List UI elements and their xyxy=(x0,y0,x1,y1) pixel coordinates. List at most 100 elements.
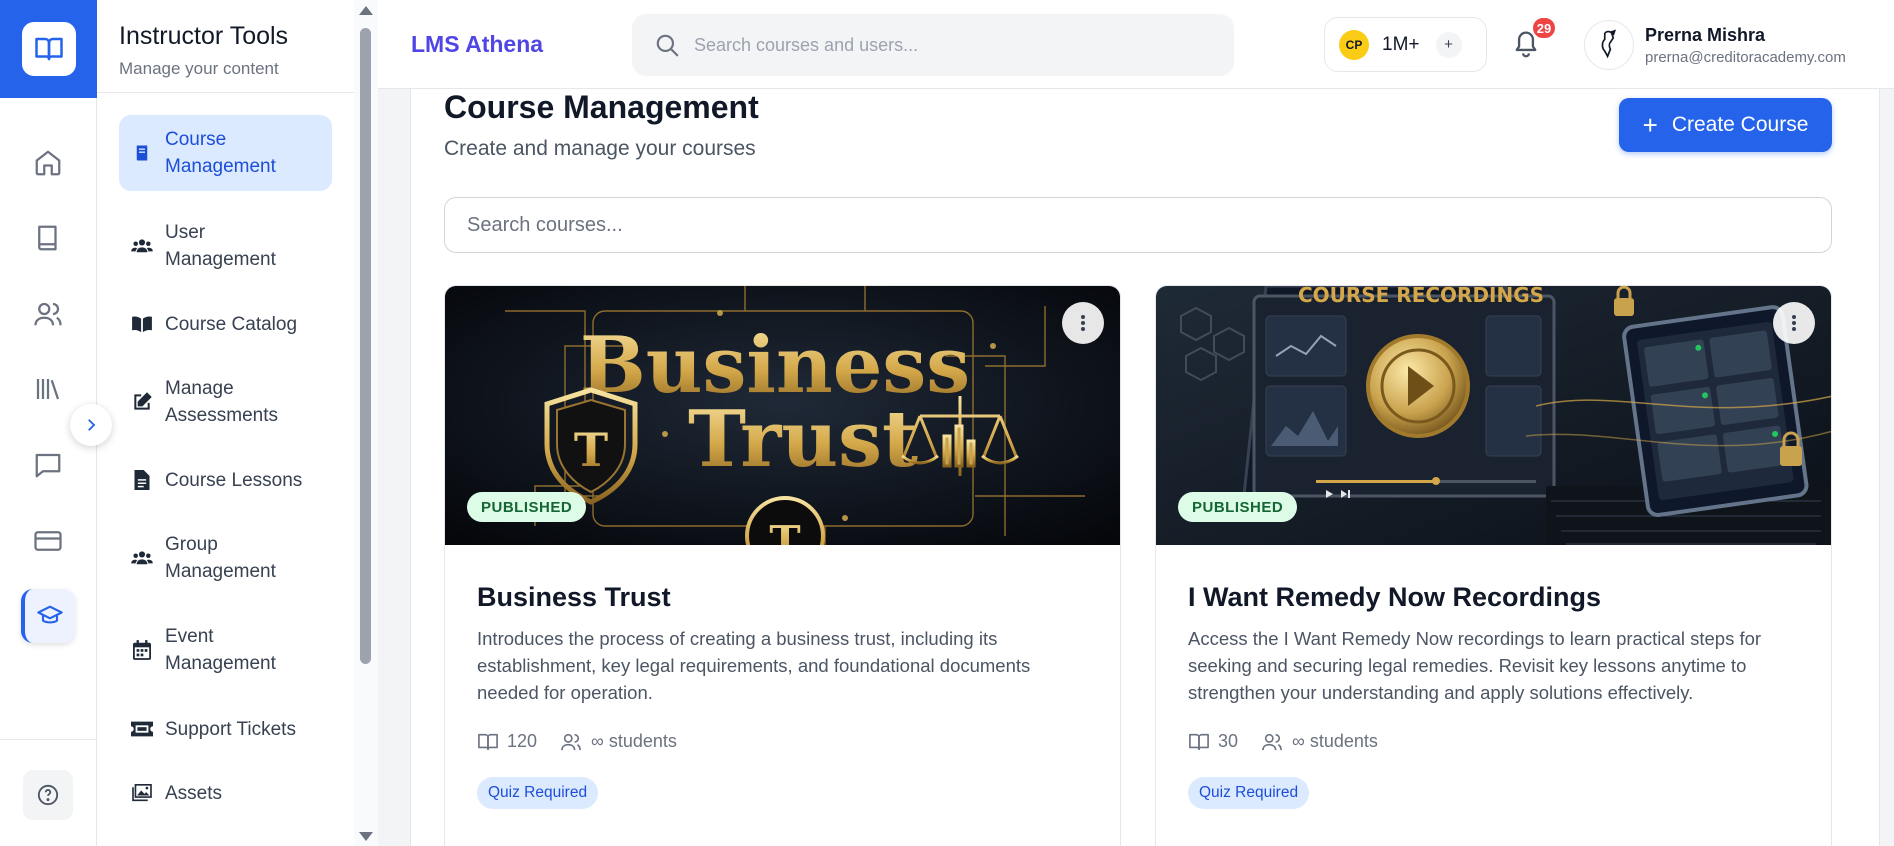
course-meta: 30 ∞ students xyxy=(1188,731,1400,752)
sidebar-title: Instructor Tools xyxy=(119,22,289,50)
scroll-up-arrow-icon[interactable] xyxy=(359,6,373,15)
quiz-required-tag: Quiz Required xyxy=(1188,777,1310,809)
card-options-button[interactable] xyxy=(1773,302,1815,344)
create-course-button[interactable]: + Create Course xyxy=(1619,98,1832,152)
sidebar-item-group-management[interactable]: Group Management xyxy=(119,520,332,596)
edit-icon xyxy=(131,392,153,412)
rail-messages[interactable] xyxy=(21,438,75,492)
open-book-icon xyxy=(131,315,153,333)
svg-text:T: T xyxy=(769,517,800,545)
credits-value: 1M+ xyxy=(1382,33,1420,55)
rail-users[interactable] xyxy=(21,287,75,341)
sidebar-item-label: Course Lessons xyxy=(165,469,303,491)
course-description: Introduces the process of creating a bus… xyxy=(477,628,1031,703)
lesson-count-value: 30 xyxy=(1218,731,1239,751)
credit-points-badge: CP xyxy=(1339,29,1369,60)
course-search[interactable] xyxy=(444,197,1832,253)
create-course-label: Create Course xyxy=(1671,113,1809,136)
sidebar-item-course-management[interactable]: Course Management xyxy=(119,115,332,191)
user-menu[interactable]: Prerna Mishra prerna@creditoracademy.com xyxy=(1584,16,1882,74)
sidebar-item-user-management[interactable]: User Management xyxy=(119,208,332,284)
sidebar-item-label: Manage Assessments xyxy=(165,378,278,426)
course-book-icon xyxy=(131,143,153,163)
rail-courses[interactable] xyxy=(21,211,75,265)
credits-widget[interactable]: CP 1M+ + xyxy=(1324,17,1487,72)
sidebar-item-course-catalog[interactable]: Course Catalog xyxy=(119,306,332,342)
rail-instructor[interactable] xyxy=(21,589,75,643)
page-title: Course Management xyxy=(444,89,759,125)
status-badge: PUBLISHED xyxy=(1178,492,1298,522)
group-icon xyxy=(131,549,153,567)
students-icon xyxy=(1262,733,1282,750)
expand-sidebar-button[interactable] xyxy=(70,404,112,446)
users-group-icon xyxy=(131,237,153,255)
app-root: Instructor Tools Manage your content Cou… xyxy=(0,0,1894,846)
calendar-icon xyxy=(131,640,153,660)
course-thumbnail: COURSE RECORDINGS PUBLISHED xyxy=(1156,286,1831,545)
course-search-input[interactable] xyxy=(467,213,1831,237)
home-icon xyxy=(35,150,61,176)
student-count-value: ∞ students xyxy=(1292,731,1378,751)
book-icon xyxy=(38,225,57,251)
document-icon xyxy=(131,470,153,490)
instructor-sidebar: Instructor Tools Manage your content Cou… xyxy=(97,0,378,846)
card-options-button[interactable] xyxy=(1062,302,1104,344)
sidebar-item-event-management[interactable]: Event Management xyxy=(119,612,332,688)
lessons-book-icon xyxy=(1189,733,1209,750)
student-count: ∞ students xyxy=(559,731,677,752)
student-count-value: ∞ students xyxy=(591,731,677,751)
student-count: ∞ students xyxy=(1260,731,1378,752)
more-vertical-icon xyxy=(1792,315,1796,331)
scroll-down-arrow-icon[interactable] xyxy=(359,832,373,841)
graduation-cap-icon xyxy=(37,605,63,624)
sidebar-item-label: Course Management xyxy=(165,129,276,177)
sidebar-item-assets[interactable]: Assets xyxy=(119,775,332,811)
avatar[interactable] xyxy=(1584,20,1634,70)
students-icon xyxy=(561,733,581,750)
status-badge: PUBLISHED xyxy=(467,492,587,522)
course-title[interactable]: I Want Remedy Now Recordings xyxy=(1188,582,1601,613)
course-card[interactable]: Business Trust T T PUBLISHED Business Tr… xyxy=(444,285,1121,846)
help-icon xyxy=(37,784,59,806)
global-search-input[interactable] xyxy=(694,34,1214,56)
sidebar-item-manage-assessments[interactable]: Manage Assessments xyxy=(119,364,332,440)
sidebar-subtitle: Manage your content xyxy=(119,59,279,78)
more-vertical-icon xyxy=(1081,315,1085,331)
artwork-title: COURSE RECORDINGS xyxy=(1298,286,1544,307)
library-icon xyxy=(36,379,60,400)
course-card[interactable]: COURSE RECORDINGS PUBLISHED I Want Remed… xyxy=(1155,285,1832,846)
brand-name[interactable]: LMS Athena xyxy=(411,31,543,58)
course-description: Access the I Want Remedy Now recordings … xyxy=(1188,628,1762,703)
sidebar-scroll-thumb[interactable] xyxy=(360,28,371,664)
user-email: prerna@creditoracademy.com xyxy=(1645,48,1846,66)
sidebar-item-course-lessons[interactable]: Course Lessons xyxy=(119,462,332,498)
rail-billing[interactable] xyxy=(21,514,75,568)
rail-library[interactable] xyxy=(21,362,75,416)
lesson-count: 30 xyxy=(1188,731,1238,752)
app-logo[interactable] xyxy=(0,0,97,98)
book-open-icon xyxy=(34,37,63,61)
course-thumbnail: Business Trust T T PUBLISHED xyxy=(445,286,1120,545)
top-header: LMS Athena CP 1M+ + 29 Prerna Mishra pre… xyxy=(378,0,1894,89)
sidebar-item-label: Event Management xyxy=(165,626,276,674)
sidebar-item-support-tickets[interactable]: Support Tickets xyxy=(119,711,332,747)
global-search[interactable] xyxy=(632,14,1234,76)
course-meta: 120 ∞ students xyxy=(477,731,699,752)
rail-divider xyxy=(0,739,97,740)
course-management-panel: Course Management Create and manage your… xyxy=(410,89,1880,846)
chevron-right-icon xyxy=(88,419,96,431)
help-button[interactable] xyxy=(23,770,73,820)
quiz-required-tag: Quiz Required xyxy=(477,777,599,809)
lesson-count-value: 120 xyxy=(507,731,538,751)
ticket-icon xyxy=(131,721,153,737)
plus-icon: + xyxy=(1642,109,1658,140)
add-credits-button[interactable]: + xyxy=(1435,31,1462,58)
images-icon xyxy=(131,784,153,802)
lesson-count: 120 xyxy=(477,731,537,752)
sidebar-item-label: Group Management xyxy=(165,534,276,582)
course-title[interactable]: Business Trust xyxy=(477,582,671,613)
chat-icon xyxy=(35,453,61,478)
sidebar-item-label: Assets xyxy=(165,782,223,804)
page-subtitle: Create and manage your courses xyxy=(444,137,756,160)
rail-home[interactable] xyxy=(21,136,75,190)
